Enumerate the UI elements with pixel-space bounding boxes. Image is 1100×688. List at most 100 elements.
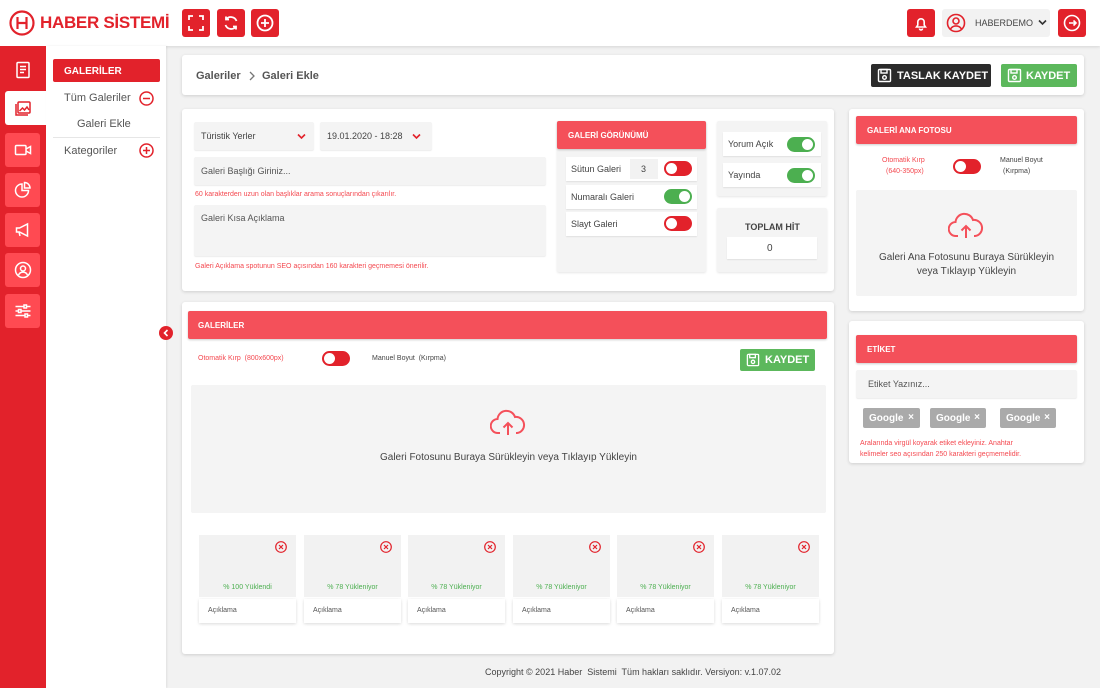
tag-item[interactable]: Google × (930, 408, 986, 428)
bell-icon[interactable] (907, 9, 935, 37)
refresh-icon[interactable] (217, 9, 245, 37)
delete-circle-icon[interactable] (380, 541, 392, 553)
hit-label: TOPLAM HİT (745, 222, 800, 232)
thumb-description[interactable]: Açıklama (617, 599, 714, 623)
close-icon[interactable]: × (908, 412, 914, 423)
upload-status: % 78 Yükleniyor (536, 584, 587, 591)
view-row-label: Slayt Galeri (571, 219, 618, 229)
comments-toggle[interactable] (787, 137, 815, 152)
brand-name[interactable]: HABER SİSTEMİ (40, 13, 170, 33)
gallery-icon[interactable] (5, 91, 40, 125)
chevron-down-icon (297, 133, 306, 140)
gallery-desc-input[interactable]: Galeri Kısa Açıklama (194, 205, 546, 256)
expand-plus-icon[interactable] (139, 143, 154, 161)
sidebar-item-tum-galeriler[interactable]: Tüm Galeriler (64, 92, 131, 104)
chevron-down-icon (412, 133, 421, 140)
tag-title: ETİKET (856, 335, 1077, 363)
tag-title-label: ETİKET (867, 345, 896, 354)
gallery-title-input[interactable]: Galeri Başlığı Giriniz... (194, 157, 546, 185)
date-value: 19.01.2020 - 18:28 (327, 131, 403, 141)
delete-circle-icon[interactable] (484, 541, 496, 553)
category-select[interactable]: Türistik Yerler (194, 122, 314, 150)
category-value: Türistik Yerler (201, 131, 256, 141)
expand-icon[interactable] (182, 9, 210, 37)
sidebar-collapse-chevron-icon[interactable] (159, 326, 173, 340)
column-count-field[interactable]: 3 (630, 159, 658, 179)
video-icon[interactable] (5, 133, 40, 167)
delete-circle-icon[interactable] (798, 541, 810, 553)
collapse-minus-icon[interactable] (139, 91, 154, 109)
close-icon[interactable]: × (974, 412, 980, 423)
breadcrumb-current: Galeri Ekle (262, 70, 319, 82)
chart-icon[interactable] (5, 173, 40, 207)
sidebar-divider (53, 137, 160, 138)
thumb-description[interactable]: Açıklama (408, 599, 505, 623)
tag-hint-1: Aralarında virgül koyarak etiket ekleyin… (860, 440, 1013, 447)
date-select[interactable]: 19.01.2020 - 18:28 (320, 122, 432, 150)
main-photo-drop-text: Galeri Ana Fotosunu Buraya Sürükleyin (878, 252, 1055, 263)
thumb-description[interactable]: Açıklama (722, 599, 819, 623)
megaphone-icon[interactable] (5, 213, 40, 247)
sidebar-item-kategoriler[interactable]: Kategoriler (64, 145, 117, 157)
save-button[interactable]: KAYDET (1001, 64, 1077, 87)
breadcrumb-root[interactable]: Galeriler (196, 70, 241, 82)
avatar (946, 13, 966, 33)
tag-item-label: Google (936, 412, 971, 424)
gallery-thumb[interactable]: % 78 Yükleniyor Açıklama (408, 535, 505, 625)
gallery-save-label: KAYDET (765, 354, 810, 366)
close-icon[interactable]: × (1044, 412, 1050, 423)
cloud-upload-icon (948, 212, 984, 238)
gallery-thumb[interactable]: % 78 Yükleniyor Açıklama (304, 535, 401, 625)
tag-item-label: Google (869, 412, 904, 424)
user-menu[interactable]: HABERDEMO (942, 9, 1050, 37)
tag-item[interactable]: Google × (1000, 408, 1056, 428)
numbered-gallery-toggle[interactable] (664, 189, 692, 204)
sub-sidebar-title-label: GALERİLER (64, 66, 122, 77)
user-icon[interactable] (5, 253, 40, 287)
published-toggle[interactable] (787, 168, 815, 183)
floppy-icon (1007, 68, 1022, 83)
upload-status: % 78 Yükleniyor (640, 584, 691, 591)
gallery-save-button[interactable]: KAYDET (740, 349, 815, 371)
main-auto-crop-size: (640-350px) (886, 168, 924, 175)
sub-sidebar-title[interactable]: GALERİLER (53, 59, 160, 82)
comments-label: Yorum Açık (728, 139, 774, 149)
delete-circle-icon[interactable] (693, 541, 705, 553)
gallery-thumb[interactable]: % 78 Yükleniyor Açıklama (513, 535, 610, 625)
logout-icon[interactable] (1058, 9, 1086, 37)
main-photo-title: GALERİ ANA FOTOSU (856, 116, 1077, 144)
hit-value-field: 0 (727, 237, 817, 259)
news-icon[interactable] (5, 53, 40, 87)
settings-icon[interactable] (5, 294, 40, 328)
main-crop-toggle[interactable] (953, 159, 981, 174)
tag-item[interactable]: Google × (863, 408, 920, 428)
gallery-drop-text: Galeri Fotosunu Buraya Sürükleyin veya T… (380, 452, 637, 463)
gallery-thumb[interactable]: % 100 Yüklendi Açıklama (199, 535, 296, 625)
gallery-crop-toggle[interactable] (322, 351, 350, 366)
floppy-icon (877, 68, 892, 83)
gallery-title-hint: 60 karakterden uzun olan başlıklar arama… (195, 191, 397, 198)
chevron-down-icon (1038, 18, 1047, 30)
gallery-dropzone[interactable]: Galeri Fotosunu Buraya Sürükleyin veya T… (191, 385, 826, 513)
tag-hint-2: kelimeler seo açısından 250 karakteri ge… (860, 451, 1022, 458)
delete-circle-icon[interactable] (589, 541, 601, 553)
gallery-thumb[interactable]: % 78 Yükleniyor Açıklama (617, 535, 714, 625)
brand-logo-icon[interactable] (9, 10, 35, 36)
gallery-thumb[interactable]: % 78 Yükleniyor Açıklama (722, 535, 819, 625)
main-photo-dropzone[interactable]: Galeri Ana Fotosunu Buraya Sürükleyin ve… (856, 190, 1077, 296)
tag-input[interactable]: Etiket Yazınız... (856, 370, 1077, 398)
published-label: Yayında (728, 170, 761, 180)
add-icon[interactable] (251, 9, 279, 37)
gallery-desc-placeholder: Galeri Kısa Açıklama (201, 213, 285, 223)
upload-status: % 78 Yükleniyor (431, 584, 482, 591)
thumb-description[interactable]: Açıklama (513, 599, 610, 623)
delete-circle-icon[interactable] (275, 541, 287, 553)
thumb-description[interactable]: Açıklama (304, 599, 401, 623)
gallery-title-label: GALERİLER (198, 321, 245, 330)
main-manual-label: Manuel Boyut (1000, 157, 1043, 164)
sidebar-item-galeri-ekle[interactable]: Galeri Ekle (77, 118, 131, 130)
column-gallery-toggle[interactable] (664, 161, 692, 176)
draft-save-button[interactable]: TASLAK KAYDET (871, 64, 991, 87)
thumb-description[interactable]: Açıklama (199, 599, 296, 623)
slide-gallery-toggle[interactable] (664, 216, 692, 231)
